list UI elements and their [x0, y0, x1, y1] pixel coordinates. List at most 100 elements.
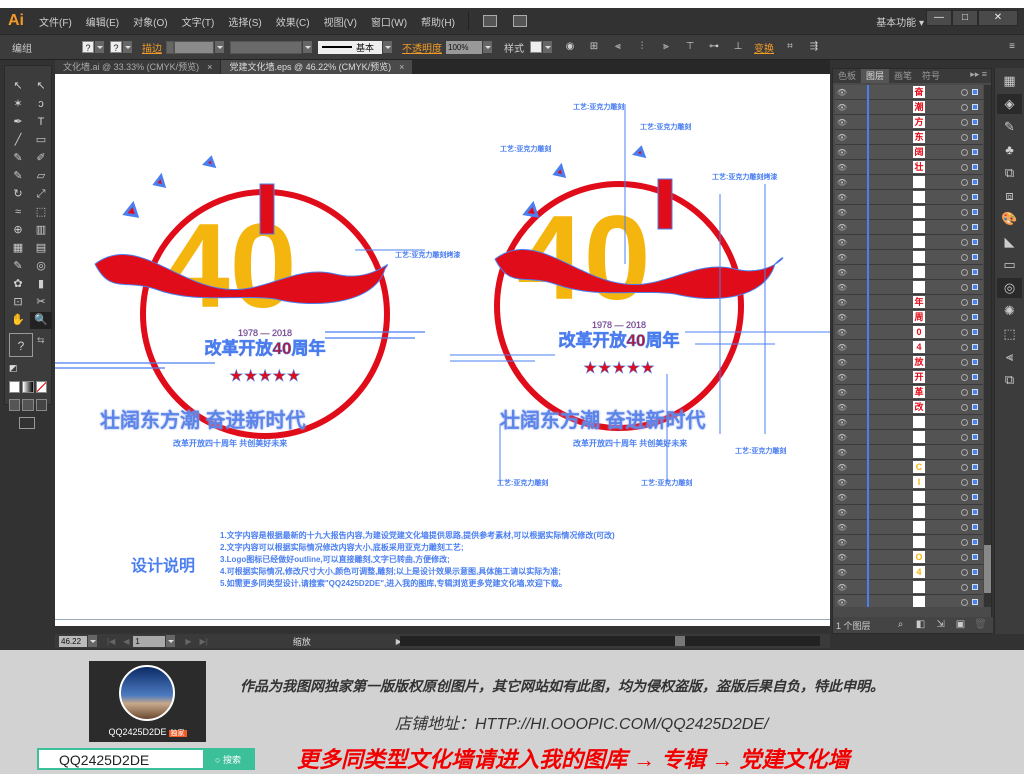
layer-target-icon[interactable]: [961, 494, 968, 501]
layer-target-icon[interactable]: [961, 254, 968, 261]
close-button[interactable]: ✕: [978, 10, 1018, 26]
layer-target-icon[interactable]: [961, 194, 968, 201]
tool-mesh-icon[interactable]: ▦: [7, 240, 29, 257]
layer-selection-indicator[interactable]: [972, 374, 978, 380]
layer-target-icon[interactable]: [961, 239, 968, 246]
visibility-eye-icon[interactable]: 👁: [835, 583, 849, 592]
panel-menu-icon[interactable]: ▸▸ ≡: [966, 69, 991, 83]
tool-paintbrush-icon[interactable]: ✎: [7, 150, 29, 167]
color-mode-button[interactable]: [9, 381, 21, 393]
horizontal-scrollbar[interactable]: [400, 636, 820, 646]
layer-target-icon[interactable]: [961, 119, 968, 126]
layer-selection-indicator[interactable]: [972, 509, 978, 515]
visibility-eye-icon[interactable]: 👁: [835, 553, 849, 562]
align-hcenter-icon[interactable]: ⫶: [635, 41, 649, 53]
stroke-weight-field[interactable]: [174, 40, 214, 54]
visibility-eye-icon[interactable]: 👁: [835, 538, 849, 547]
tool-symbol-sprayer-icon[interactable]: ✿: [7, 276, 29, 293]
artboard-number-field[interactable]: 1: [133, 635, 166, 647]
tool-pen-icon[interactable]: ✒: [7, 114, 29, 131]
visibility-eye-icon[interactable]: 👁: [835, 208, 849, 217]
tab-dangjian-wenhuaqiang[interactable]: 党建文化墙.eps @ 46.22% (CMYK/预览) ×: [221, 60, 413, 74]
maximize-button[interactable]: □: [952, 10, 978, 26]
layer-target-icon[interactable]: [961, 374, 968, 381]
recolor-artwork-icon[interactable]: ◉: [563, 41, 577, 53]
layers-icon[interactable]: ◈: [997, 94, 1022, 114]
visibility-eye-icon[interactable]: 👁: [835, 103, 849, 112]
layer-selection-indicator[interactable]: [972, 224, 978, 230]
stroke-weight-stepper[interactable]: [166, 40, 174, 54]
layer-selection-indicator[interactable]: [972, 584, 978, 590]
swap-fill-stroke-icon[interactable]: ⇆: [37, 335, 45, 346]
visibility-eye-icon[interactable]: 👁: [835, 523, 849, 532]
layer-target-icon[interactable]: [961, 584, 968, 591]
delete-layer-icon[interactable]: 🗑: [974, 619, 988, 631]
isolate-mode-icon[interactable]: ⇶: [807, 41, 821, 53]
graphic-style-swatch[interactable]: [530, 41, 542, 53]
layer-target-icon[interactable]: [961, 224, 968, 231]
layer-row[interactable]: 👁: [835, 445, 983, 460]
layer-target-icon[interactable]: [961, 569, 968, 576]
layer-selection-indicator[interactable]: [972, 449, 978, 455]
visibility-eye-icon[interactable]: 👁: [835, 148, 849, 157]
zoom-dropdown[interactable]: [88, 635, 97, 647]
tool-artboard-icon[interactable]: ⊡: [7, 294, 29, 311]
layer-selection-indicator[interactable]: [972, 314, 978, 320]
layer-selection-indicator[interactable]: [972, 419, 978, 425]
tool-zoom-icon[interactable]: 🔍: [30, 312, 52, 329]
symbols-icon[interactable]: ♣: [997, 140, 1022, 160]
tool-warp-icon[interactable]: ≈: [7, 204, 29, 221]
artboard-canvas[interactable]: 40 1978 — 2018 改革开放40周年 ★★★★★ 40 1978 — …: [55, 74, 830, 626]
visibility-eye-icon[interactable]: 👁: [835, 463, 849, 472]
layer-row[interactable]: 👁 4: [835, 340, 983, 355]
layer-selection-indicator[interactable]: [972, 344, 978, 350]
tool-blend-icon[interactable]: ◎: [30, 258, 52, 275]
layer-target-icon[interactable]: [961, 599, 968, 606]
screen-mode-icon[interactable]: [19, 417, 35, 429]
layer-selection-indicator[interactable]: [972, 554, 978, 560]
tool-hand-icon[interactable]: ✋: [7, 312, 29, 329]
tab-layers[interactable]: 图层: [861, 69, 890, 83]
fill-dropdown[interactable]: [95, 41, 104, 53]
layer-row[interactable]: 👁: [835, 175, 983, 190]
layer-selection-indicator[interactable]: [972, 209, 978, 215]
style-dropdown[interactable]: [543, 41, 552, 53]
layer-selection-indicator[interactable]: [972, 134, 978, 140]
align-left-icon[interactable]: ⫷: [611, 41, 625, 53]
locate-object-icon[interactable]: ⌕: [894, 619, 908, 631]
layer-selection-indicator[interactable]: [972, 194, 978, 200]
draw-normal-button[interactable]: [9, 399, 21, 411]
layer-row[interactable]: 👁 东: [835, 130, 983, 145]
gradient-icon[interactable]: ▭: [997, 255, 1022, 275]
visibility-eye-icon[interactable]: 👁: [835, 433, 849, 442]
layer-selection-indicator[interactable]: [972, 524, 978, 530]
layer-row[interactable]: 👁 O: [835, 550, 983, 565]
transform-panel-icon[interactable]: ⬚: [997, 324, 1022, 344]
visibility-eye-icon[interactable]: 👁: [835, 118, 849, 127]
brushes-icon[interactable]: ✎: [997, 117, 1022, 137]
none-mode-button[interactable]: [35, 381, 47, 393]
layer-row[interactable]: 👁 开: [835, 370, 983, 385]
menu-type[interactable]: 文字(T): [175, 14, 222, 29]
layer-row[interactable]: 👁: [835, 505, 983, 520]
menu-effect[interactable]: 效果(C): [269, 14, 317, 29]
layer-selection-indicator[interactable]: [972, 599, 978, 605]
opacity-field[interactable]: 100%: [446, 40, 482, 54]
first-artboard-icon[interactable]: |◀: [107, 637, 115, 646]
tool-eraser-icon[interactable]: ▱: [30, 168, 52, 185]
menu-object[interactable]: 对象(O): [126, 14, 174, 29]
layer-row[interactable]: 👁: [835, 580, 983, 595]
layer-target-icon[interactable]: [961, 209, 968, 216]
layer-row[interactable]: 👁 C: [835, 460, 983, 475]
workspace-switcher[interactable]: 基本功能 ▾: [876, 14, 924, 29]
layer-row[interactable]: 👁: [835, 280, 983, 295]
tool-selection-icon[interactable]: ↖: [7, 78, 29, 95]
layer-selection-indicator[interactable]: [972, 119, 978, 125]
layer-selection-indicator[interactable]: [972, 269, 978, 275]
layer-row[interactable]: 👁 周: [835, 310, 983, 325]
layer-target-icon[interactable]: [961, 104, 968, 111]
visibility-eye-icon[interactable]: 👁: [835, 193, 849, 202]
align-vcenter-icon[interactable]: ⊶: [707, 41, 721, 53]
layer-target-icon[interactable]: [961, 164, 968, 171]
layer-target-icon[interactable]: [961, 449, 968, 456]
